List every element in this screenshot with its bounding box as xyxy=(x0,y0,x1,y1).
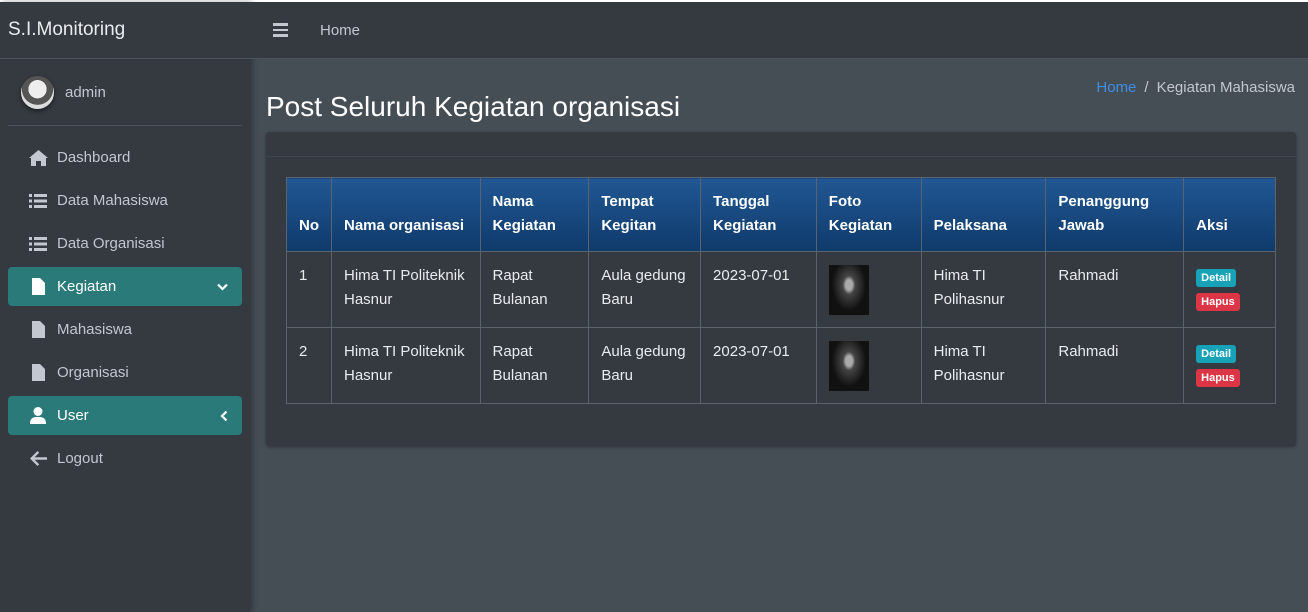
detail-button[interactable]: Detail xyxy=(1196,269,1237,287)
top-navbar: Home xyxy=(250,2,1308,59)
cell-tempat: Aula gedung Baru xyxy=(588,327,702,404)
breadcrumb-separator: / xyxy=(1144,79,1149,96)
cell-aksi: Detail Hapus xyxy=(1183,327,1276,404)
sidebar-item-dashboard[interactable]: Dashboard xyxy=(8,138,242,177)
column-header: No xyxy=(286,177,332,252)
user-icon xyxy=(27,407,49,424)
column-header: Nama organisasi xyxy=(331,177,481,252)
cell-pelaksana: Hima TI Polihasnur xyxy=(920,251,1047,328)
cell-foto xyxy=(815,251,922,328)
cell-kegiatan: Rapat Bulanan xyxy=(479,327,590,404)
sidebar-item-label: Logout xyxy=(57,450,103,467)
hamburger-menu-icon[interactable] xyxy=(273,23,288,37)
card-header xyxy=(266,132,1296,157)
cell-organisasi: Hima TI Politeknik Hasnur xyxy=(331,251,481,328)
breadcrumb-home-link[interactable]: Home xyxy=(1096,79,1136,96)
page-title: Post Seluruh Kegiatan organisasi xyxy=(266,90,681,122)
sidebar-item-data-mahasiswa[interactable]: Data Mahasiswa xyxy=(8,181,242,220)
cell-tanggal: 2023-07-01 xyxy=(700,327,817,404)
cell-penanggung-jawab: Rahmadi xyxy=(1045,327,1185,404)
column-header: Pelaksana xyxy=(920,177,1047,252)
sidebar-item-data-organisasi[interactable]: Data Organisasi xyxy=(8,224,242,263)
sidebar-item-label: Data Mahasiswa xyxy=(57,192,168,209)
table-row: 1 Hima TI Politeknik Hasnur Rapat Bulana… xyxy=(286,251,1276,328)
activity-photo[interactable] xyxy=(828,341,869,391)
sidebar: S.I.Monitoring admin Dashboard Data Maha… xyxy=(0,2,250,612)
sidebar-item-mahasiswa[interactable]: Mahasiswa xyxy=(8,310,242,349)
user-name[interactable]: admin xyxy=(65,84,106,101)
file-icon xyxy=(27,364,49,381)
avatar[interactable] xyxy=(21,75,54,109)
sidebar-item-label: Data Organisasi xyxy=(57,235,165,252)
cell-kegiatan: Rapat Bulanan xyxy=(479,251,590,328)
file-icon xyxy=(27,278,49,295)
breadcrumb: Home / Kegiatan Mahasiswa xyxy=(1096,79,1295,96)
arrow-left-icon xyxy=(27,451,49,466)
column-header: Nama Kegiatan xyxy=(479,177,590,252)
cell-foto xyxy=(815,327,922,404)
cell-no: 2 xyxy=(286,327,332,404)
sidebar-item-organisasi[interactable]: Organisasi xyxy=(8,353,242,392)
sidebar-item-label: Mahasiswa xyxy=(57,321,133,338)
sidebar-item-user[interactable]: User xyxy=(8,396,242,435)
list-icon xyxy=(27,236,49,251)
list-icon xyxy=(27,193,49,208)
sidebar-item-label: Dashboard xyxy=(57,149,131,166)
column-header: Tempat Kegitan xyxy=(588,177,702,252)
cell-tempat: Aula gedung Baru xyxy=(588,251,702,328)
table-header-row: No Nama organisasi Nama Kegiatan Tempat … xyxy=(286,177,1276,252)
cell-organisasi: Hima TI Politeknik Hasnur xyxy=(331,327,481,404)
chevron-down-icon[interactable] xyxy=(217,283,228,291)
sidebar-nav: Dashboard Data Mahasiswa Data Organisasi… xyxy=(0,138,250,478)
table-row: 2 Hima TI Politeknik Hasnur Rapat Bulana… xyxy=(286,327,1276,404)
user-panel: admin xyxy=(8,59,242,126)
activity-photo[interactable] xyxy=(828,265,869,315)
sidebar-item-label: User xyxy=(57,407,89,424)
cell-pelaksana: Hima TI Polihasnur xyxy=(920,327,1047,404)
cell-aksi: Detail Hapus xyxy=(1183,251,1276,328)
column-header: Aksi xyxy=(1183,177,1276,252)
column-header: Tanggal Kegiatan xyxy=(700,177,817,252)
activity-table: No Nama organisasi Nama Kegiatan Tempat … xyxy=(286,177,1276,404)
sidebar-item-logout[interactable]: Logout xyxy=(8,439,242,478)
delete-button[interactable]: Hapus xyxy=(1196,293,1240,311)
sidebar-item-label: Organisasi xyxy=(57,364,129,381)
brand-title[interactable]: S.I.Monitoring xyxy=(0,2,250,59)
sidebar-item-kegiatan[interactable]: Kegiatan xyxy=(8,267,242,306)
detail-button[interactable]: Detail xyxy=(1196,345,1237,363)
activity-card: No Nama organisasi Nama Kegiatan Tempat … xyxy=(266,132,1296,446)
column-header: Foto Kegiatan xyxy=(815,177,922,252)
cell-tanggal: 2023-07-01 xyxy=(700,251,817,328)
cell-penanggung-jawab: Rahmadi xyxy=(1045,251,1185,328)
home-icon xyxy=(27,149,49,166)
file-icon xyxy=(27,321,49,338)
sidebar-item-label: Kegiatan xyxy=(57,278,117,295)
navbar-home-link[interactable]: Home xyxy=(320,22,360,39)
column-header: Penanggung Jawab xyxy=(1045,177,1185,252)
breadcrumb-current: Kegiatan Mahasiswa xyxy=(1156,79,1295,96)
cell-no: 1 xyxy=(286,251,332,328)
delete-button[interactable]: Hapus xyxy=(1196,369,1240,387)
chevron-left-icon[interactable] xyxy=(220,410,228,421)
